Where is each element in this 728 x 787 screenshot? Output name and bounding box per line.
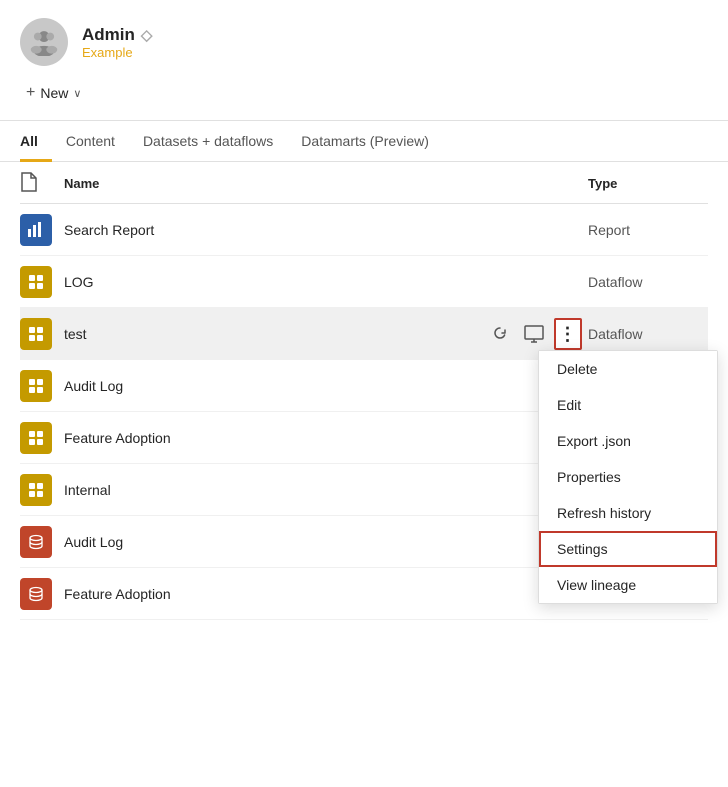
tab-all[interactable]: All (20, 121, 52, 162)
chevron-down-icon: ∨ (73, 87, 81, 100)
item-type: Dataflow (588, 326, 708, 342)
ctx-edit[interactable]: Edit (539, 387, 717, 423)
item-name-col: Feature Adoption (64, 586, 588, 602)
content-table: Name Type Search Report Report (0, 162, 728, 620)
header-info: Admin ◇ Example (82, 25, 152, 60)
item-name: test (64, 326, 87, 342)
item-type: Report (588, 222, 708, 238)
item-name-col: Feature Adoption (64, 430, 588, 446)
context-menu: Delete Edit Export .json Properties Refr… (538, 350, 718, 604)
tab-content[interactable]: Content (52, 121, 129, 162)
plus-icon: + (26, 84, 35, 102)
toolbar: + New ∨ (0, 80, 728, 121)
ctx-lineage[interactable]: View lineage (539, 567, 717, 603)
item-name-col: Audit Log (64, 534, 588, 550)
col-icon-header (20, 172, 64, 195)
item-name: Audit Log (64, 534, 123, 550)
dataflow-icon (20, 318, 52, 350)
ctx-refresh[interactable]: Refresh history (539, 495, 717, 531)
new-label: New (40, 85, 68, 101)
dataflow-icon (20, 474, 52, 506)
avatar (20, 18, 68, 66)
row-icon-col (20, 474, 64, 506)
dataflow-icon (20, 266, 52, 298)
item-name: Feature Adoption (64, 586, 171, 602)
table-row: LOG Dataflow (20, 256, 708, 308)
item-name-col: Audit Log (64, 378, 588, 394)
row-icon-col (20, 526, 64, 558)
item-name-col: LOG (64, 274, 588, 290)
item-name: Audit Log (64, 378, 123, 394)
database-icon (20, 526, 52, 558)
item-name: Feature Adoption (64, 430, 171, 446)
ctx-settings[interactable]: Settings (539, 531, 717, 567)
file-icon (20, 172, 38, 192)
row-icon-col (20, 578, 64, 610)
ctx-export[interactable]: Export .json (539, 423, 717, 459)
more-options-button[interactable]: ⋮ (554, 318, 582, 350)
row-actions: ⋮ (486, 318, 582, 350)
report-icon (20, 214, 52, 246)
row-icon-col (20, 318, 64, 350)
tab-datamarts[interactable]: Datamarts (Preview) (287, 121, 443, 162)
header: Admin ◇ Example (0, 0, 728, 80)
row-icon-col (20, 422, 64, 454)
database-icon (20, 578, 52, 610)
table-row: Search Report Report (20, 204, 708, 256)
ctx-properties[interactable]: Properties (539, 459, 717, 495)
col-type-header: Type (588, 176, 708, 191)
row-icon-col (20, 266, 64, 298)
refresh-button[interactable] (486, 320, 514, 348)
item-name: Internal (64, 482, 111, 498)
tab-datasets[interactable]: Datasets + dataflows (129, 121, 287, 162)
name-text: Admin (82, 25, 135, 45)
item-name-col: test (64, 326, 486, 342)
col-name-header: Name (64, 176, 588, 191)
workspace-name: Admin ◇ (82, 25, 152, 45)
diamond-icon: ◇ (141, 26, 153, 44)
dataflow-icon (20, 370, 52, 402)
item-name-col: Search Report (64, 222, 588, 238)
monitor-button[interactable] (520, 320, 548, 348)
item-type: Dataflow (588, 274, 708, 290)
row-icon-col (20, 214, 64, 246)
tabs-bar: All Content Datasets + dataflows Datamar… (0, 121, 728, 162)
item-name: LOG (64, 274, 94, 290)
item-name-col: Internal (64, 482, 588, 498)
dataflow-icon (20, 422, 52, 454)
item-name: Search Report (64, 222, 154, 238)
table-header: Name Type (20, 162, 708, 204)
new-button[interactable]: + New ∨ (20, 80, 87, 106)
row-icon-col (20, 370, 64, 402)
table-row: test ⋮ Dataflow (20, 308, 708, 360)
ctx-delete[interactable]: Delete (539, 351, 717, 387)
workspace-subtitle: Example (82, 45, 152, 60)
